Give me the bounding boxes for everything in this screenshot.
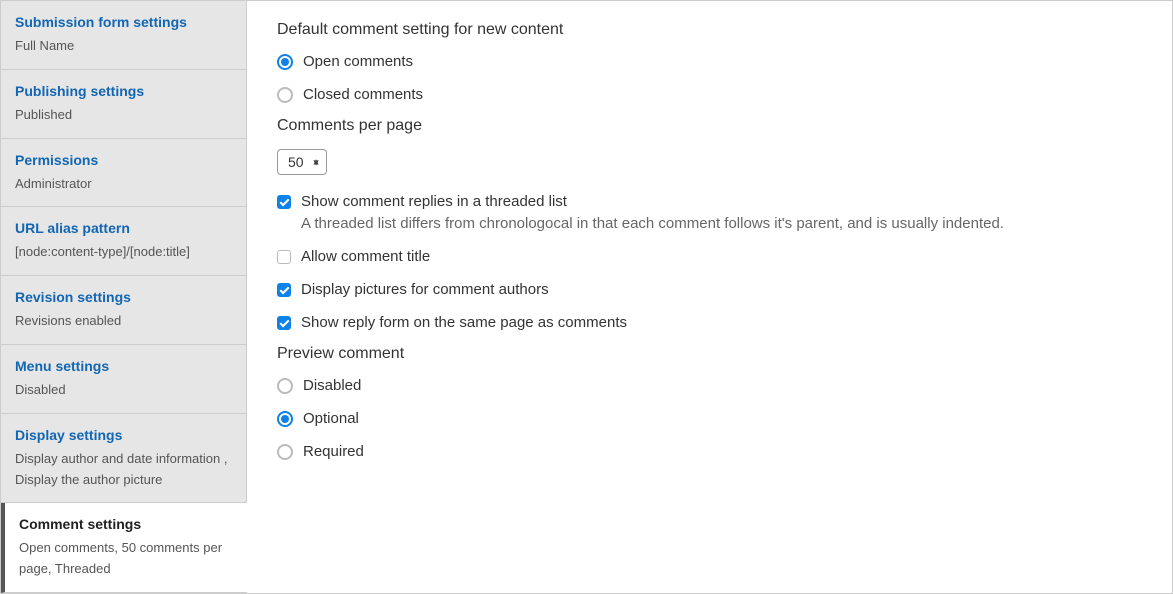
- radio-closed-comments[interactable]: [277, 87, 293, 103]
- radio-preview-disabled[interactable]: [277, 378, 293, 394]
- sidebar-item-summary: Display author and date information , Di…: [15, 449, 232, 491]
- checkbox-display-pics-label[interactable]: Display pictures for comment authors: [301, 281, 549, 298]
- sidebar-item-summary: Revisions enabled: [15, 311, 232, 332]
- checkbox-show-reply-label[interactable]: Show reply form on the same page as comm…: [301, 314, 627, 331]
- sidebar-item-summary: Published: [15, 105, 232, 126]
- sidebar-item-title: Permissions: [15, 150, 232, 171]
- checkbox-threaded-help: A threaded list differs from chronologoc…: [301, 215, 1004, 232]
- sidebar-item-summary: Administrator: [15, 174, 232, 195]
- sidebar-item-title: Submission form settings: [15, 12, 232, 33]
- checkbox-threaded-label[interactable]: Show comment replies in a threaded list: [301, 193, 1004, 210]
- sidebar-item-title: URL alias pattern: [15, 218, 232, 239]
- sidebar: Submission form settings Full Name Publi…: [1, 1, 247, 593]
- radio-preview-required-label[interactable]: Required: [303, 443, 364, 460]
- checkbox-allow-title-label[interactable]: Allow comment title: [301, 248, 430, 265]
- checkbox-show-reply[interactable]: [277, 316, 291, 330]
- checkbox-threaded[interactable]: [277, 195, 291, 209]
- sidebar-item-summary: Disabled: [15, 380, 232, 401]
- sidebar-item-title: Revision settings: [15, 287, 232, 308]
- sidebar-item-revision-settings[interactable]: Revision settings Revisions enabled: [1, 276, 246, 345]
- comments-per-page-select[interactable]: 50: [277, 149, 327, 175]
- sidebar-item-permissions[interactable]: Permissions Administrator: [1, 139, 246, 208]
- sidebar-item-menu-settings[interactable]: Menu settings Disabled: [1, 345, 246, 414]
- radio-closed-comments-label[interactable]: Closed comments: [303, 86, 423, 103]
- comments-per-page-heading: Comments per page: [277, 117, 1142, 135]
- sidebar-item-summary: Full Name: [15, 36, 232, 57]
- main-panel: Default comment setting for new content …: [247, 1, 1172, 593]
- checkbox-allow-title[interactable]: [277, 250, 291, 264]
- sidebar-item-url-alias-pattern[interactable]: URL alias pattern [node:content-type]/[n…: [1, 207, 246, 276]
- sidebar-item-title: Comment settings: [19, 514, 233, 535]
- radio-preview-optional-label[interactable]: Optional: [303, 410, 359, 427]
- default-comment-heading: Default comment setting for new content: [277, 21, 1142, 39]
- sidebar-item-comment-settings[interactable]: Comment settings Open comments, 50 comme…: [1, 503, 247, 593]
- radio-open-comments-label[interactable]: Open comments: [303, 53, 413, 70]
- sidebar-item-title: Publishing settings: [15, 81, 232, 102]
- radio-preview-disabled-label[interactable]: Disabled: [303, 377, 361, 394]
- sidebar-item-summary: Open comments, 50 comments per page, Thr…: [19, 538, 233, 580]
- sidebar-item-display-settings[interactable]: Display settings Display author and date…: [1, 414, 246, 504]
- radio-preview-optional[interactable]: [277, 411, 293, 427]
- preview-comment-heading: Preview comment: [277, 345, 1142, 363]
- sidebar-item-title: Display settings: [15, 425, 232, 446]
- comments-per-page-value: 50: [277, 149, 327, 175]
- checkbox-display-pics[interactable]: [277, 283, 291, 297]
- sidebar-item-submission-form-settings[interactable]: Submission form settings Full Name: [1, 1, 246, 70]
- radio-preview-required[interactable]: [277, 444, 293, 460]
- sidebar-item-summary: [node:content-type]/[node:title]: [15, 242, 232, 263]
- radio-open-comments[interactable]: [277, 54, 293, 70]
- sidebar-item-title: Menu settings: [15, 356, 232, 377]
- sidebar-item-publishing-settings[interactable]: Publishing settings Published: [1, 70, 246, 139]
